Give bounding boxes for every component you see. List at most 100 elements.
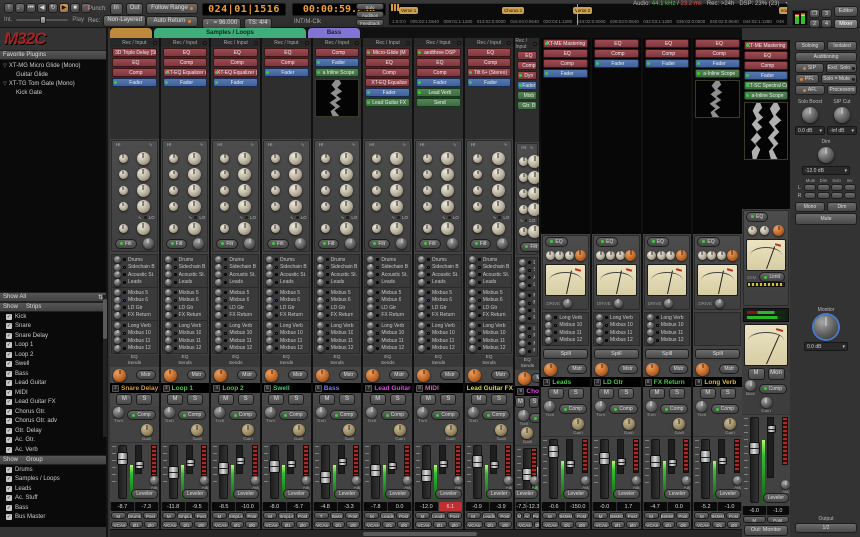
post-button[interactable]: Post: [574, 512, 589, 519]
record-arm-icon[interactable]: [457, 41, 461, 45]
mute-button[interactable]: M: [700, 388, 716, 399]
aux-send-row[interactable]: Mixbus 10: [264, 330, 309, 338]
send-level-knob[interactable]: [418, 304, 425, 311]
solo-button[interactable]: S: [720, 388, 736, 399]
mute-button[interactable]: M: [116, 394, 132, 405]
fader-cap[interactable]: [168, 466, 179, 479]
bias-knob[interactable]: [745, 380, 756, 391]
send-level-knob[interactable]: [317, 337, 324, 344]
checkbox[interactable]: ✓: [6, 476, 12, 482]
fader-cap[interactable]: [749, 442, 760, 455]
send-level-knob[interactable]: [317, 322, 324, 329]
send-level-knob[interactable]: [519, 315, 526, 322]
aux-send-row[interactable]: FX Return: [365, 312, 410, 320]
send-level-knob[interactable]: [317, 279, 324, 286]
fader-cap[interactable]: [599, 452, 610, 465]
eq-gain-knob[interactable]: [390, 168, 403, 181]
send-level-knob[interactable]: [519, 325, 526, 332]
leveler-fader[interactable]: [439, 445, 446, 474]
insert-slot[interactable]: Gtr. D: [517, 101, 537, 110]
send-level-knob[interactable]: [215, 304, 222, 311]
vca-button[interactable]: -VCAs-: [415, 521, 432, 528]
aux-send-row[interactable]: Mixbus 6: [365, 297, 410, 305]
aux-send-row[interactable]: LD Gtr: [213, 304, 258, 312]
insert-slot[interactable]: EQ: [213, 48, 258, 57]
filter-knob[interactable]: [244, 238, 255, 249]
phase-1-button[interactable]: Ø1: [611, 521, 625, 528]
channel-name-bar[interactable]: 8 MIDI: [414, 383, 463, 393]
checkbox[interactable]: ✓: [6, 514, 12, 520]
aux-send-row[interactable]: LD Gtr: [163, 304, 208, 312]
filter-freq-knob[interactable]: [220, 224, 229, 233]
aux-send-row[interactable]: Acoustic St.: [112, 271, 157, 279]
filter-knob[interactable]: [345, 238, 356, 249]
send-level-knob[interactable]: [114, 330, 121, 337]
solo-button[interactable]: S: [339, 394, 355, 405]
strips-list-scrollbar[interactable]: [103, 295, 107, 437]
eq-freq-knob[interactable]: [423, 154, 432, 163]
drive-knob[interactable]: [614, 299, 623, 308]
aux-send-row[interactable]: Mixbus 6: [112, 297, 157, 305]
matrix-r-dim-button[interactable]: [817, 192, 829, 199]
aux-send-row[interactable]: Mixbus 12: [315, 345, 360, 353]
alert-button[interactable]: !: [4, 3, 14, 13]
drive-knob[interactable]: [563, 299, 572, 308]
record-arm-icon[interactable]: [203, 41, 207, 45]
record-arm-icon[interactable]: [355, 41, 359, 45]
send-level-knob[interactable]: [418, 337, 425, 344]
send-level-knob[interactable]: [418, 322, 425, 329]
master-send-knob[interactable]: [316, 369, 329, 382]
aux-send-row[interactable]: FX Return: [112, 312, 157, 320]
trim-knob[interactable]: [646, 401, 657, 412]
vca-button[interactable]: -VCAs-: [644, 521, 661, 528]
aux-send-row[interactable]: FX Return: [517, 315, 537, 323]
aux-send-row[interactable]: Mixbus 12: [365, 345, 410, 353]
send-level-knob[interactable]: [165, 312, 172, 319]
leveler-button[interactable]: Leveler: [283, 489, 309, 499]
checkbox[interactable]: ✓: [6, 314, 12, 320]
insert-slot[interactable]: Fader: [594, 59, 639, 68]
send-level-knob[interactable]: [367, 297, 374, 304]
aux-send-row[interactable]: Mixbus 10: [163, 330, 208, 338]
aux-send-row[interactable]: Drums: [365, 256, 410, 264]
checkbox[interactable]: ✓: [6, 342, 12, 348]
send-level-knob[interactable]: [418, 345, 425, 352]
channel-name-bar[interactable]: 9 Chorus Gtr.: [515, 386, 539, 396]
leveler-fader[interactable]: [287, 445, 294, 474]
aux-send-row[interactable]: Sidechain B: [467, 264, 512, 272]
eq-gain-knob[interactable]: [137, 152, 150, 165]
send-level-knob[interactable]: [165, 304, 172, 311]
vca-button[interactable]: -VCAs-: [212, 521, 229, 528]
filt-button[interactable]: Filt: [318, 239, 340, 249]
favorite-plugin-item[interactable]: ▽ XT-TG Tom Gate (Mono): [0, 79, 106, 88]
eq-freq-knob[interactable]: [519, 205, 528, 214]
eq-gain-knob[interactable]: [238, 184, 251, 197]
strip-eq-knob[interactable]: [657, 251, 666, 260]
spill-button[interactable]: Spill: [543, 349, 588, 360]
filt-button[interactable]: Filt: [115, 239, 137, 249]
checkbox[interactable]: ✓: [6, 409, 12, 415]
matrix-r-solo-button[interactable]: [831, 192, 843, 199]
insert-slot[interactable]: Comp: [695, 49, 740, 58]
send-level-knob[interactable]: [647, 322, 654, 329]
send-level-knob[interactable]: [317, 297, 324, 304]
sip-cut-value[interactable]: -inf dB▾: [827, 126, 857, 135]
phase-2-button[interactable]: Ø0: [194, 521, 208, 528]
aux-send-row[interactable]: LD Gtr: [365, 304, 410, 312]
solo-button[interactable]: S: [568, 388, 584, 399]
comp-button[interactable]: Comp: [559, 404, 587, 414]
insert-slot[interactable]: Send: [416, 98, 461, 107]
solo-button[interactable]: S: [187, 394, 203, 405]
insert-slot[interactable]: EQ: [543, 49, 588, 58]
leveler-button[interactable]: Leveler: [563, 489, 589, 499]
checkbox[interactable]: ✓: [6, 380, 12, 386]
fader-cap[interactable]: [320, 471, 331, 484]
send-level-knob[interactable]: [114, 256, 121, 263]
send-level-knob[interactable]: [596, 329, 603, 336]
fader-cap[interactable]: [269, 460, 280, 473]
list-item[interactable]: ✓ Swell: [0, 360, 106, 370]
eq-gain-knob[interactable]: [188, 184, 201, 197]
insert-slot[interactable]: Lead Verb: [416, 88, 461, 97]
aux-send-row[interactable]: LD Gtr: [467, 304, 512, 312]
send-level-knob[interactable]: [469, 289, 476, 296]
